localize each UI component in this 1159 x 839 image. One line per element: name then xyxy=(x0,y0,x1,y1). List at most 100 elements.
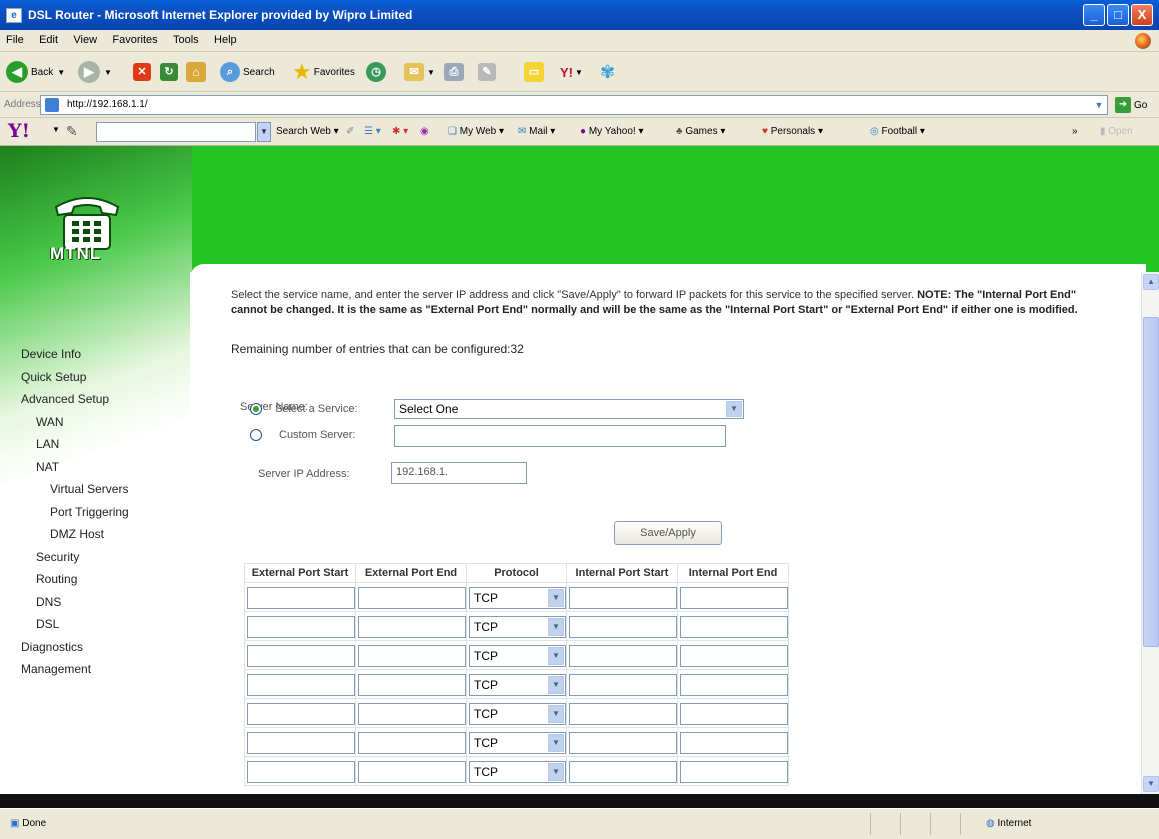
search-button[interactable]: ⌕ Search xyxy=(220,61,275,83)
external-port-end-input[interactable] xyxy=(358,587,466,609)
external-port-start-input[interactable] xyxy=(247,703,355,725)
home-button[interactable]: ⌂ xyxy=(186,61,206,83)
sidebar-item-port-triggering[interactable]: Port Triggering xyxy=(50,505,129,519)
minimize-button[interactable]: _ xyxy=(1083,4,1105,26)
sidebar-item-virtual-servers[interactable]: Virtual Servers xyxy=(50,482,128,496)
internal-port-start-input[interactable] xyxy=(569,703,677,725)
menu-tools[interactable]: Tools xyxy=(167,30,205,46)
menu-view[interactable]: View xyxy=(67,30,103,46)
address-input[interactable]: http://192.168.1.1/ ▼ xyxy=(40,95,1108,115)
mail-button[interactable]: ✉ ▼ xyxy=(404,61,435,83)
select-service-radio[interactable] xyxy=(250,403,262,415)
server-ip-input[interactable]: 192.168.1. xyxy=(391,462,527,484)
external-port-start-input[interactable] xyxy=(247,616,355,638)
maximize-button[interactable]: □ xyxy=(1107,4,1129,26)
scroll-down-icon[interactable]: ▼ xyxy=(1143,776,1159,792)
external-port-end-input[interactable] xyxy=(358,732,466,754)
external-port-end-input[interactable] xyxy=(358,616,466,638)
internal-port-start-input[interactable] xyxy=(569,587,677,609)
sidebar-item-routing[interactable]: Routing xyxy=(36,572,77,586)
menu-favorites[interactable]: Favorites xyxy=(106,30,163,46)
protocol-select[interactable]: TCP ▼ xyxy=(469,616,566,638)
more-chevron-icon[interactable]: » xyxy=(1072,126,1078,137)
scroll-up-icon[interactable]: ▲ xyxy=(1143,274,1159,290)
messenger-button[interactable]: ▭ xyxy=(524,61,544,83)
sidebar-item-wan[interactable]: WAN xyxy=(36,415,64,429)
external-port-start-input[interactable] xyxy=(247,674,355,696)
internal-port-start-input[interactable] xyxy=(569,732,677,754)
yahoo-search-input[interactable] xyxy=(96,122,256,142)
refresh-button[interactable]: ↻ xyxy=(160,61,178,83)
search-web-button[interactable]: Search Web ▾ xyxy=(276,126,339,137)
protocol-select[interactable]: TCP ▼ xyxy=(469,674,566,696)
popup-blocker-icon[interactable]: ◉ xyxy=(420,126,429,137)
internal-port-start-input[interactable] xyxy=(569,674,677,696)
print-button[interactable]: ⎙ xyxy=(444,61,464,83)
custom-server-input[interactable] xyxy=(394,425,726,447)
my-yahoo-button[interactable]: ● My Yahoo! ▾ xyxy=(580,126,644,137)
external-port-start-input[interactable] xyxy=(247,587,355,609)
toolbar-options-icon[interactable]: ☰ ▾ xyxy=(364,126,381,137)
pencil-icon[interactable]: ✎ xyxy=(66,123,78,140)
sidebar-item-device-info[interactable]: Device Info xyxy=(21,347,81,361)
msn-button[interactable]: ✾ xyxy=(600,61,615,83)
yahoo-messenger-button[interactable]: Y! ▼ xyxy=(560,61,583,83)
football-button[interactable]: ◎ Football ▾ xyxy=(870,126,925,137)
external-port-start-input[interactable] xyxy=(247,732,355,754)
sidebar-item-management[interactable]: Management xyxy=(21,662,91,676)
internal-port-end-input[interactable] xyxy=(680,732,788,754)
forward-button[interactable]: ▶ ▼ xyxy=(78,61,112,83)
highlight-icon[interactable]: ✐ xyxy=(346,126,354,137)
protocol-select[interactable]: TCP ▼ xyxy=(469,587,566,609)
sidebar-item-quick-setup[interactable]: Quick Setup xyxy=(21,370,86,384)
internal-port-end-input[interactable] xyxy=(680,674,788,696)
back-button[interactable]: ◀ Back ▼ xyxy=(6,61,65,83)
menu-help[interactable]: Help xyxy=(208,30,243,46)
scroll-thumb[interactable] xyxy=(1143,317,1159,647)
internal-port-start-input[interactable] xyxy=(569,645,677,667)
sidebar-item-dsl[interactable]: DSL xyxy=(36,617,59,631)
history-button[interactable]: ◷ xyxy=(366,61,386,83)
vertical-scrollbar[interactable]: ▲ ▼ xyxy=(1141,272,1159,794)
sidebar-item-security[interactable]: Security xyxy=(36,550,79,564)
menu-file[interactable]: File xyxy=(0,30,30,46)
save-apply-button[interactable]: Save/Apply xyxy=(614,521,722,545)
protocol-select[interactable]: TCP ▼ xyxy=(469,645,566,667)
chevron-down-icon[interactable]: ▼ xyxy=(52,125,60,134)
go-button[interactable]: ➜ Go xyxy=(1115,96,1155,114)
sidebar-item-advanced-setup[interactable]: Advanced Setup xyxy=(21,392,109,406)
sidebar-item-lan[interactable]: LAN xyxy=(36,437,59,451)
internal-port-end-input[interactable] xyxy=(680,587,788,609)
external-port-end-input[interactable] xyxy=(358,703,466,725)
mail-button[interactable]: ✉ Mail ▾ xyxy=(518,126,555,137)
protocol-select[interactable]: TCP ▼ xyxy=(469,761,566,783)
edit-button[interactable]: ✎ xyxy=(478,61,496,83)
antispy-icon[interactable]: ✱ ▾ xyxy=(392,126,408,137)
service-select[interactable]: Select One ▼ xyxy=(394,399,744,419)
internal-port-start-input[interactable] xyxy=(569,616,677,638)
favorites-button[interactable]: ★ Favorites xyxy=(292,59,355,84)
internal-port-end-input[interactable] xyxy=(680,645,788,667)
protocol-select[interactable]: TCP ▼ xyxy=(469,732,566,754)
external-port-end-input[interactable] xyxy=(358,674,466,696)
yahoo-logo[interactable]: Y! xyxy=(8,120,30,142)
protocol-select[interactable]: TCP ▼ xyxy=(469,703,566,725)
stop-button[interactable]: ✕ xyxy=(133,61,151,83)
close-button[interactable]: X xyxy=(1131,4,1153,26)
chevron-down-icon[interactable]: ▼ xyxy=(257,122,271,142)
sidebar-item-diagnostics[interactable]: Diagnostics xyxy=(21,640,83,654)
chevron-down-icon[interactable]: ▼ xyxy=(1091,96,1107,114)
external-port-end-input[interactable] xyxy=(358,645,466,667)
internal-port-end-input[interactable] xyxy=(680,616,788,638)
my-web-button[interactable]: ❏ My Web ▾ xyxy=(448,126,504,137)
games-button[interactable]: ♣ Games ▾ xyxy=(676,126,725,137)
external-port-end-input[interactable] xyxy=(358,761,466,783)
personals-button[interactable]: ♥ Personals ▾ xyxy=(762,126,823,137)
internal-port-start-input[interactable] xyxy=(569,761,677,783)
sidebar-item-nat[interactable]: NAT xyxy=(36,460,59,474)
sidebar-item-dmz-host[interactable]: DMZ Host xyxy=(50,527,104,541)
internal-port-end-input[interactable] xyxy=(680,761,788,783)
sidebar-item-dns[interactable]: DNS xyxy=(36,595,61,609)
custom-server-radio[interactable] xyxy=(250,429,262,441)
external-port-start-input[interactable] xyxy=(247,761,355,783)
